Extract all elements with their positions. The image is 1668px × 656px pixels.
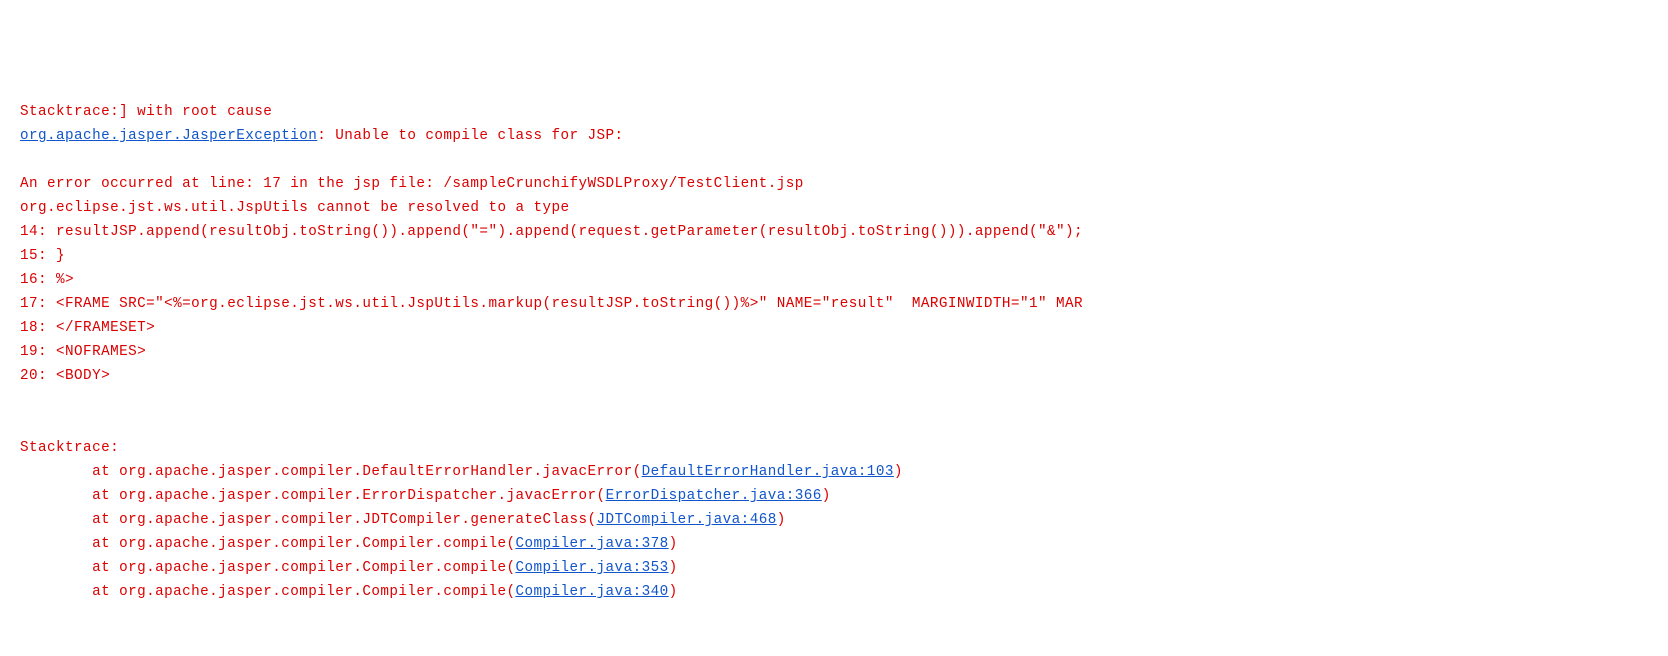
stack-frame: at org.apache.jasper.compiler.ErrorDispa… [20, 488, 831, 504]
code-line-19: 19: <NOFRAMES> [20, 344, 146, 360]
code-line-16: 16: %> [20, 272, 74, 288]
stack-frame-prefix: at org.apache.jasper.compiler.Compiler.c… [20, 560, 515, 576]
source-link[interactable]: Compiler.java:340 [515, 584, 668, 600]
error-location: An error occurred at line: 17 in the jsp… [20, 176, 804, 192]
stack-frame: at org.apache.jasper.compiler.Compiler.c… [20, 584, 678, 600]
stack-frame-suffix: ) [669, 584, 678, 600]
stack-frame-suffix: ) [822, 488, 831, 504]
source-link[interactable]: JDTCompiler.java:468 [597, 512, 777, 528]
code-line-17: 17: <FRAME SRC="<%=org.eclipse.jst.ws.ut… [20, 296, 1083, 312]
stacktrace-label: Stacktrace: [20, 440, 119, 456]
source-link[interactable]: Compiler.java:353 [515, 560, 668, 576]
stack-frame-suffix: ) [669, 536, 678, 552]
source-link[interactable]: DefaultErrorHandler.java:103 [642, 464, 894, 480]
code-line-15: 15: } [20, 248, 65, 264]
exception-class-link[interactable]: org.apache.jasper.JasperException [20, 128, 317, 144]
stack-frame-prefix: at org.apache.jasper.compiler.JDTCompile… [20, 512, 597, 528]
stack-frame-prefix: at org.apache.jasper.compiler.Compiler.c… [20, 536, 515, 552]
source-link[interactable]: ErrorDispatcher.java:366 [606, 488, 822, 504]
stack-frame: at org.apache.jasper.compiler.Compiler.c… [20, 560, 678, 576]
stack-frame-prefix: at org.apache.jasper.compiler.DefaultErr… [20, 464, 642, 480]
stack-frame: at org.apache.jasper.compiler.Compiler.c… [20, 536, 678, 552]
code-line-14: 14: resultJSP.append(resultObj.toString(… [20, 224, 1083, 240]
stacktrace-root-cause: Stacktrace:] with root cause [20, 104, 272, 120]
stack-frame-prefix: at org.apache.jasper.compiler.ErrorDispa… [20, 488, 606, 504]
error-type-message: org.eclipse.jst.ws.util.JspUtils cannot … [20, 200, 570, 216]
stack-frame-suffix: ) [894, 464, 903, 480]
stack-frame: at org.apache.jasper.compiler.DefaultErr… [20, 464, 903, 480]
stack-frame-suffix: ) [669, 560, 678, 576]
source-link[interactable]: Compiler.java:378 [515, 536, 668, 552]
stack-frame-suffix: ) [777, 512, 786, 528]
stack-frame: at org.apache.jasper.compiler.JDTCompile… [20, 512, 786, 528]
stack-frame-prefix: at org.apache.jasper.compiler.Compiler.c… [20, 584, 515, 600]
code-line-20: 20: <BODY> [20, 368, 110, 384]
exception-message: : Unable to compile class for JSP: [317, 128, 623, 144]
code-line-18: 18: </FRAMESET> [20, 320, 155, 336]
